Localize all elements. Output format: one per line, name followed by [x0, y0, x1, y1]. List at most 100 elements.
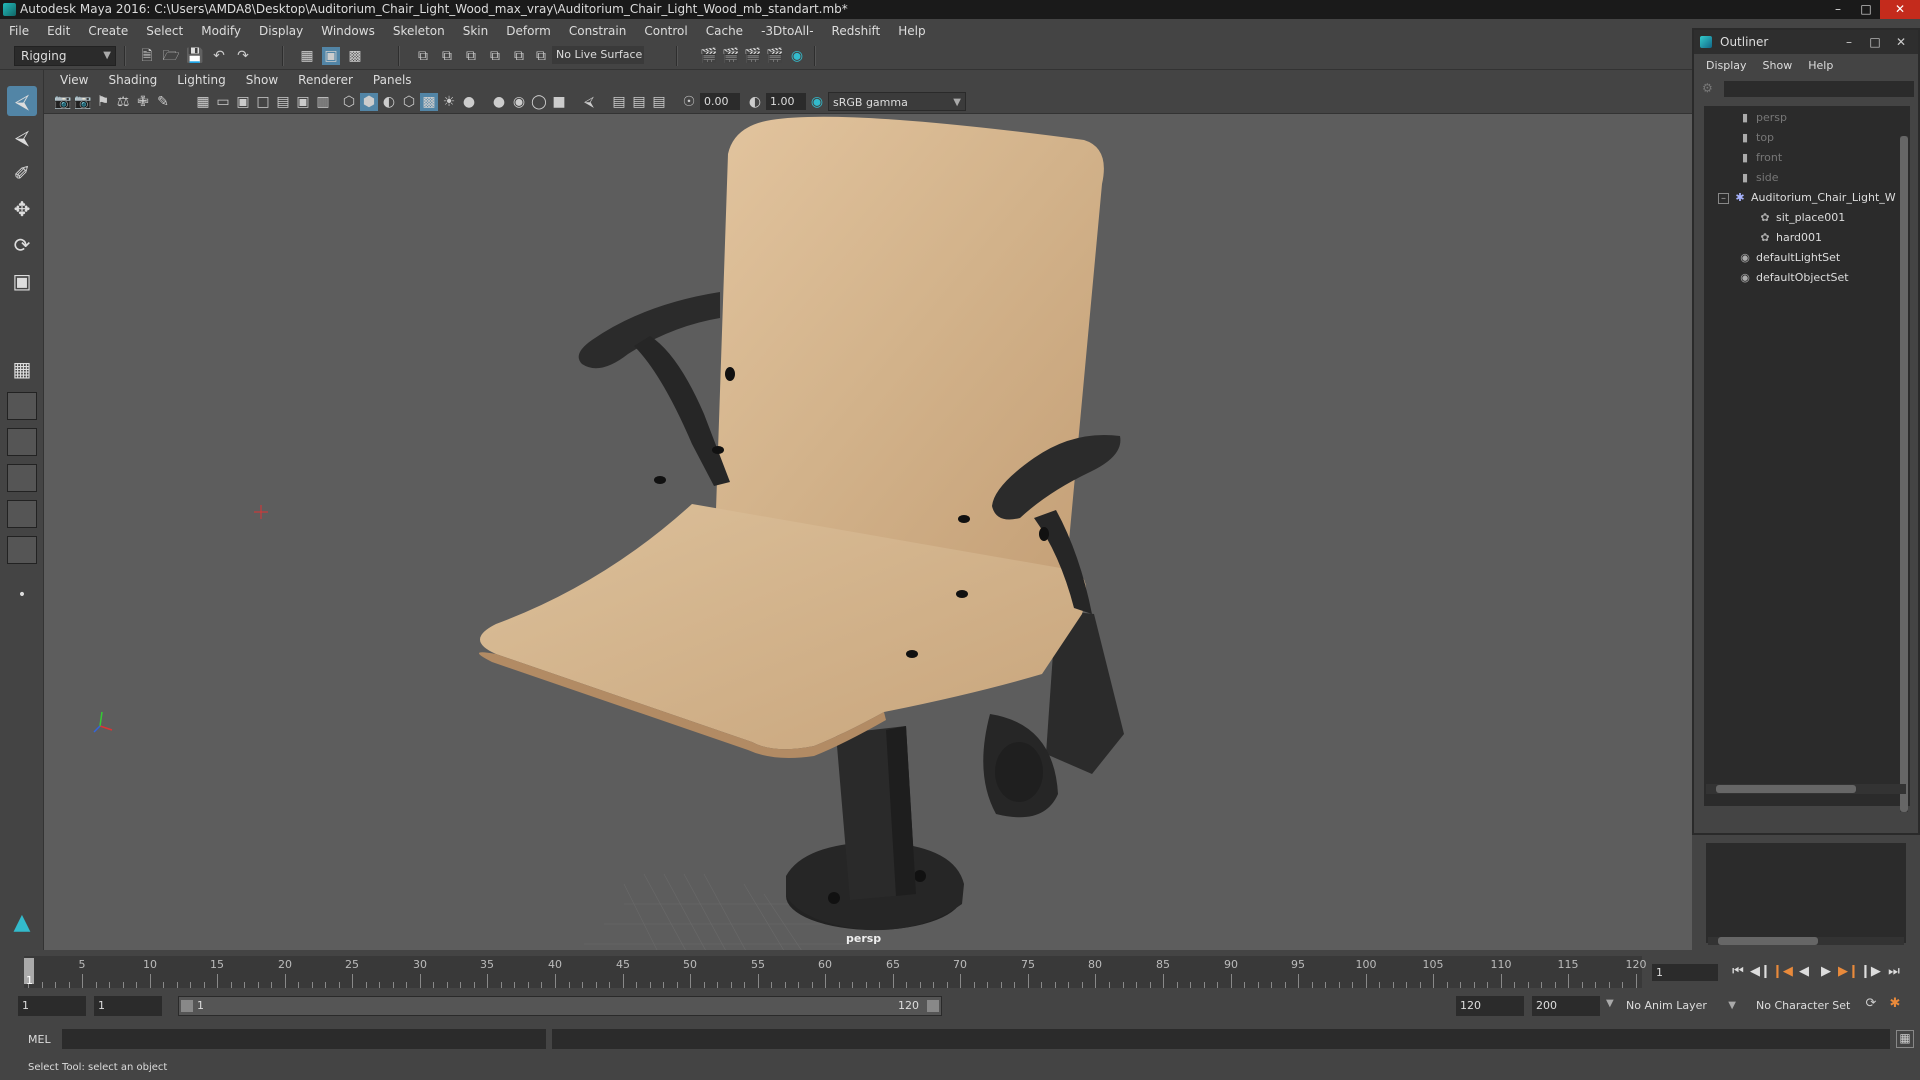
panel-menu-lighting[interactable]: Lighting — [167, 73, 236, 87]
wireframe-icon[interactable]: ⬡ — [340, 93, 358, 111]
snap-surface-icon[interactable]: ⧉ — [510, 47, 528, 65]
grease-pencil-icon[interactable]: ✎ — [154, 93, 172, 111]
snap-point-icon[interactable]: ⧉ — [462, 47, 480, 65]
step-back-frame-icon[interactable]: ◀❙ — [1750, 962, 1771, 982]
persp-outliner-layout-icon[interactable] — [7, 428, 37, 456]
menu-edit[interactable]: Edit — [38, 24, 79, 38]
outliner-menu-help[interactable]: Help — [1800, 59, 1841, 72]
grid-icon[interactable]: ▦ — [194, 93, 212, 111]
snap-curve-icon[interactable]: ⧉ — [438, 47, 456, 65]
default-material-icon[interactable]: ◐ — [380, 93, 398, 111]
command-input[interactable] — [62, 1029, 546, 1049]
persp-hypershade-layout-icon[interactable] — [7, 500, 37, 528]
resolution-gate-icon[interactable]: ▣ — [234, 93, 252, 111]
anti-aliasing-icon[interactable]: ◯ — [530, 93, 548, 111]
minimize-button[interactable]: – — [1824, 0, 1852, 19]
snap-vertex-icon[interactable]: ⧉ — [532, 47, 550, 65]
outliner-vertical-scrollbar[interactable] — [1900, 136, 1908, 812]
command-language-label[interactable]: MEL — [28, 1033, 51, 1046]
color-management-icon[interactable]: ◉ — [808, 93, 826, 111]
snap-grid-icon[interactable]: ⧉ — [414, 47, 432, 65]
menu-display[interactable]: Display — [250, 24, 312, 38]
playback-end-field[interactable]: 120 — [1456, 996, 1524, 1016]
safe-action-icon[interactable]: ▣ — [294, 93, 312, 111]
gamma-field[interactable]: 1.00 — [766, 93, 806, 110]
menu-windows[interactable]: Windows — [312, 24, 384, 38]
gamma-icon[interactable]: ◐ — [746, 93, 764, 111]
undo-icon[interactable]: ↶ — [210, 47, 228, 65]
two-d-pan-icon[interactable]: ✙ — [134, 93, 152, 111]
live-surface-field[interactable]: No Live Surface — [552, 46, 644, 64]
start-time-field[interactable]: 1 — [18, 996, 86, 1016]
menu-create[interactable]: Create — [79, 24, 137, 38]
camera-attributes-icon[interactable]: 📷 — [74, 93, 92, 111]
xray-joints-icon[interactable]: ▤ — [650, 93, 668, 111]
menu-file[interactable]: File — [0, 24, 38, 38]
use-all-lights-icon[interactable]: ☀ — [440, 93, 458, 111]
render-settings-icon[interactable]: 🎬 — [766, 47, 784, 65]
motion-blur-icon[interactable]: ◉ — [510, 93, 528, 111]
outliner-list[interactable]: ▮ persp ▮ top ▮ front ▮ side – ✱ Auditorium_Ch… — [1704, 106, 1910, 812]
time-slider-track[interactable]: 5 10 15 20 25 30 35 40 45 50 55 60 65 70 75 80 85 90 95 100… — [24, 956, 1647, 988]
menu-help[interactable]: Help — [889, 24, 934, 38]
select-object-icon[interactable]: ▣ — [322, 47, 340, 65]
perspective-viewport[interactable]: persp — [44, 114, 1692, 950]
outliner-close-button[interactable]: ✕ — [1888, 30, 1914, 54]
smooth-shade-icon[interactable]: ⬢ — [360, 93, 378, 111]
range-slider[interactable]: 1 120 — [178, 996, 942, 1016]
menu-select[interactable]: Select — [137, 24, 192, 38]
channel-box-scrollbar[interactable] — [1708, 937, 1904, 945]
outliner-search-input[interactable] — [1724, 81, 1914, 97]
lasso-tool-icon[interactable]: ⮘ — [7, 122, 37, 152]
maximize-button[interactable]: □ — [1852, 0, 1880, 19]
character-set-dropdown[interactable]: No Character Set — [1752, 996, 1862, 1016]
render-view-icon[interactable]: 🎬 — [700, 47, 718, 65]
xray-active-icon[interactable]: ▤ — [630, 93, 648, 111]
single-perspective-layout-icon[interactable]: ▦ — [7, 354, 37, 384]
select-tool-icon[interactable]: ⮘ — [7, 86, 37, 116]
rotate-tool-icon[interactable]: ⟳ — [7, 230, 37, 260]
step-forward-key-icon[interactable]: ▶❙ — [1838, 962, 1859, 982]
new-scene-icon[interactable]: 🗎 — [138, 47, 156, 65]
menu-3dtoall[interactable]: -3DtoAll- — [752, 24, 822, 38]
menu-set-selector[interactable]: Rigging ▼ — [14, 46, 116, 66]
outliner-item-default-light-set[interactable]: ◉ defaultLightSet — [1738, 248, 1840, 268]
view-transform-dropdown[interactable]: sRGB gamma ▼ — [828, 92, 966, 111]
paint-select-tool-icon[interactable]: ✐ — [7, 158, 37, 188]
outliner-item-chair-group[interactable]: – ✱ Auditorium_Chair_Light_W — [1718, 188, 1896, 208]
chevron-down-icon[interactable]: ▼ — [1606, 998, 1614, 1009]
menu-modify[interactable]: Modify — [192, 24, 250, 38]
four-view-layout-icon[interactable] — [7, 392, 37, 420]
play-forwards-icon[interactable]: ▶ — [1816, 962, 1836, 982]
outliner-item-front[interactable]: ▮ front — [1738, 148, 1782, 168]
panel-menu-view[interactable]: View — [50, 73, 98, 87]
open-scene-icon[interactable]: 🗁 — [162, 47, 180, 65]
scale-tool-icon[interactable]: ▣ — [7, 266, 37, 296]
close-button[interactable]: ✕ — [1880, 0, 1920, 19]
go-to-start-icon[interactable]: ⏮ — [1728, 962, 1748, 982]
hypershade-icon[interactable]: ◉ — [788, 47, 806, 65]
panel-menu-renderer[interactable]: Renderer — [288, 73, 363, 87]
range-start-handle[interactable] — [181, 1000, 193, 1012]
snap-view-plane-icon[interactable]: ⧉ — [486, 47, 504, 65]
playback-start-field[interactable]: 1 — [94, 996, 162, 1016]
step-back-key-icon[interactable]: ❙◀ — [1772, 962, 1793, 982]
select-component-icon[interactable]: ▩ — [346, 47, 364, 65]
bookmark-icon[interactable]: ⚑ — [94, 93, 112, 111]
step-forward-frame-icon[interactable]: ❙▶ — [1860, 962, 1881, 982]
redo-icon[interactable]: ↷ — [234, 47, 252, 65]
script-editor-icon[interactable]: ▦ — [1896, 1030, 1914, 1048]
menu-skeleton[interactable]: Skeleton — [384, 24, 454, 38]
outliner-menu-display[interactable]: Display — [1698, 59, 1755, 72]
move-tool-icon[interactable]: ✥ — [7, 194, 37, 224]
field-chart-icon[interactable]: ▤ — [274, 93, 292, 111]
menu-redshift[interactable]: Redshift — [823, 24, 890, 38]
outliner-title-bar[interactable]: Outliner – □ ✕ — [1694, 30, 1918, 54]
ipr-render-icon[interactable]: 🎬 — [744, 47, 762, 65]
end-time-field[interactable]: 200 — [1532, 996, 1600, 1016]
more-layouts-icon[interactable]: • — [7, 580, 37, 610]
go-to-end-icon[interactable]: ⏭ — [1884, 962, 1904, 982]
menu-deform[interactable]: Deform — [497, 24, 560, 38]
exposure-field[interactable]: 0.00 — [700, 93, 740, 110]
outliner-item-sit-place[interactable]: ✿ sit_place001 — [1758, 208, 1845, 228]
